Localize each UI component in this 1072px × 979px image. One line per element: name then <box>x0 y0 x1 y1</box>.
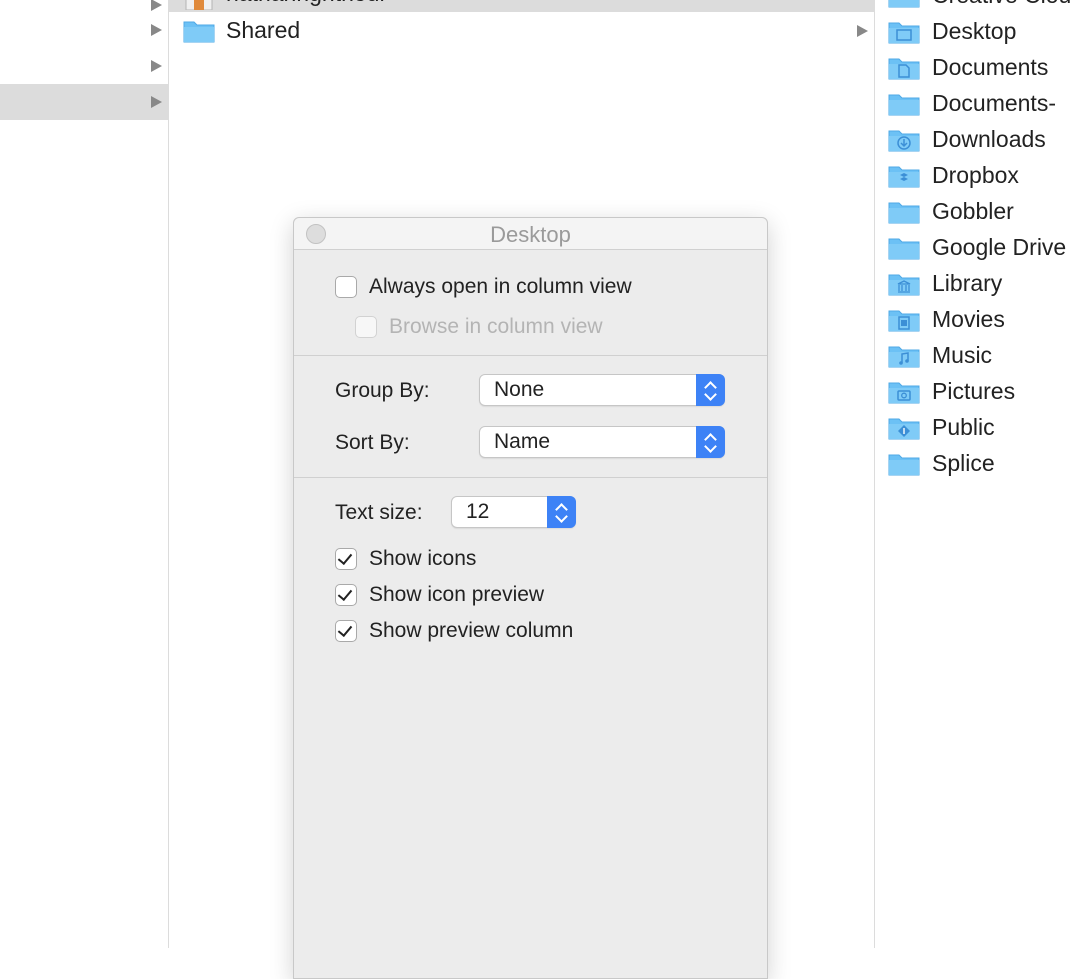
divider <box>294 477 767 478</box>
list-item[interactable]: Documents <box>875 50 1072 86</box>
list-item-label: Desktop <box>932 18 1017 44</box>
documents-folder-icon <box>888 58 920 80</box>
column1-row[interactable] <box>0 48 168 84</box>
divider <box>294 355 767 356</box>
list-item[interactable]: Movies <box>875 302 1072 338</box>
list-item[interactable]: Library <box>875 266 1072 302</box>
desktop-folder-icon <box>888 22 920 44</box>
sort-by-value: Name <box>494 430 551 453</box>
folder-icon <box>888 0 920 8</box>
list-item-label: Movies <box>932 306 1005 332</box>
downloads-folder-icon <box>888 130 920 152</box>
list-item[interactable]: Desktop <box>875 14 1072 50</box>
text-size-select[interactable]: 12 <box>451 496 576 528</box>
list-item-home-folder[interactable]: nathanrightnour <box>169 0 874 12</box>
group-by-label: Group By: <box>335 379 430 402</box>
folder-icon <box>888 454 920 476</box>
chevron-up-down-icon <box>696 374 725 406</box>
library-folder-icon <box>888 274 920 296</box>
view-options-dialog: Desktop Always open in column view Brows… <box>293 217 768 979</box>
list-item-label: Library <box>932 270 1003 296</box>
dialog-title: Desktop <box>490 222 571 247</box>
column1-row[interactable] <box>0 12 168 48</box>
disclosure-arrow-icon <box>151 0 162 11</box>
text-size-value: 12 <box>466 500 490 523</box>
disclosure-arrow-icon <box>151 60 162 72</box>
list-item[interactable]: Dropbox <box>875 158 1072 194</box>
disclosure-arrow-icon <box>857 25 868 37</box>
music-folder-icon <box>888 346 920 368</box>
dialog-titlebar[interactable]: Desktop <box>294 218 767 250</box>
list-item[interactable]: Pictures <box>875 374 1072 410</box>
movies-folder-icon <box>888 310 920 332</box>
list-item[interactable]: Creative Clou <box>875 0 1072 14</box>
list-item[interactable]: Downloads <box>875 122 1072 158</box>
list-item-label: Google Drive <box>932 234 1067 260</box>
public-folder-icon <box>888 418 920 440</box>
list-item-label: Creative Clou <box>932 0 1071 9</box>
show-icons-checkbox[interactable] <box>335 548 357 570</box>
list-item[interactable]: Splice <box>875 446 1072 482</box>
disclosure-arrow-icon <box>151 24 162 36</box>
dropbox-folder-icon <box>888 166 920 188</box>
always-open-column-view-label: Always open in column view <box>369 275 632 298</box>
always-open-column-view-checkbox[interactable] <box>335 276 357 298</box>
sort-by-label: Sort By: <box>335 431 410 454</box>
show-icon-preview-label: Show icon preview <box>369 583 545 606</box>
finder-column-3: Creative Clou Desktop Documents Documents- D… <box>875 0 1072 948</box>
list-item[interactable]: Gobbler <box>875 194 1072 230</box>
folder-icon <box>888 238 920 260</box>
home-folder-icon <box>185 0 213 10</box>
pictures-folder-icon <box>888 382 920 404</box>
chevron-up-down-icon <box>696 426 725 458</box>
show-icons-label: Show icons <box>369 547 477 570</box>
list-item-label: Gobbler <box>932 198 1014 224</box>
browse-column-view-label: Browse in column view <box>389 315 603 338</box>
list-item-label: Shared <box>226 17 301 43</box>
list-item-label: Documents- <box>932 90 1056 116</box>
list-item[interactable]: Documents- <box>875 86 1072 122</box>
chevron-up-down-icon <box>547 496 576 528</box>
list-item[interactable]: Public <box>875 410 1072 446</box>
finder-column-1 <box>0 0 169 948</box>
list-item-label: Music <box>932 342 993 368</box>
show-icon-preview-checkbox[interactable] <box>335 584 357 606</box>
list-item[interactable]: Music <box>875 338 1072 374</box>
list-item-label: Dropbox <box>932 162 1019 188</box>
sort-by-select[interactable]: Name <box>479 426 725 458</box>
folder-icon <box>888 94 920 116</box>
folder-icon <box>183 21 215 43</box>
show-preview-column-label: Show preview column <box>369 619 574 642</box>
folder-icon <box>888 202 920 224</box>
list-item-label: Documents <box>932 54 1049 80</box>
disclosure-arrow-icon <box>151 96 162 108</box>
group-by-value: None <box>494 378 545 401</box>
list-item-label: Pictures <box>932 378 1016 404</box>
list-item[interactable]: Google Drive <box>875 230 1072 266</box>
column1-row-selected[interactable] <box>0 84 168 120</box>
list-item-label: Public <box>932 414 995 440</box>
text-size-label: Text size: <box>335 501 423 524</box>
list-item-label: nathanrightnour <box>226 0 387 7</box>
list-item-label: Downloads <box>932 126 1046 152</box>
group-by-select[interactable]: None <box>479 374 725 406</box>
list-item-shared[interactable]: Shared <box>169 13 874 49</box>
browse-column-view-checkbox <box>355 316 377 338</box>
list-item-label: Splice <box>932 450 995 476</box>
show-preview-column-checkbox[interactable] <box>335 620 357 642</box>
